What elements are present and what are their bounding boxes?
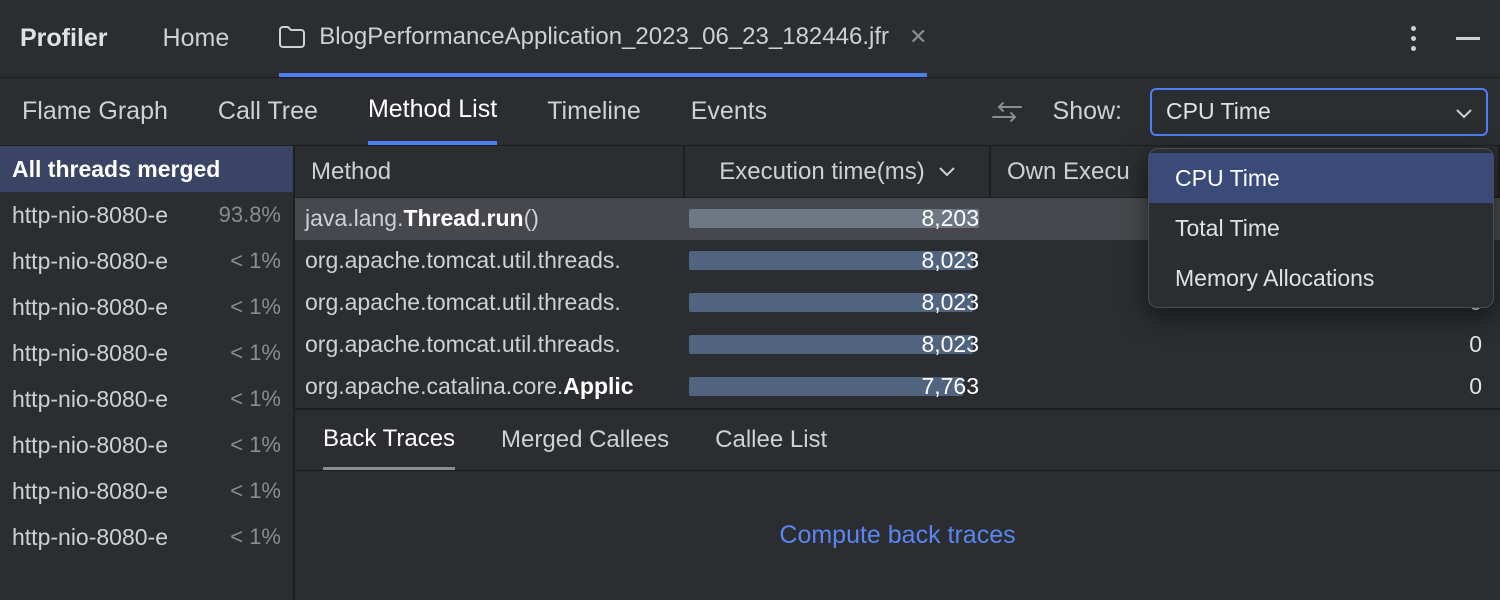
dropdown-item-memory-allocations[interactable]: Memory Allocations [1149,253,1493,303]
thread-row[interactable]: http-nio-8080-e < 1% [0,422,293,468]
thread-list: All threads mergedhttp-nio-8080-e93.8%ht… [0,146,295,600]
thread-pct: < 1% [230,524,281,550]
thread-name: All threads merged [12,156,220,183]
tool-bar: Flame Graph Call Tree Method List Timeline E… [0,78,1500,146]
cell-own: 0 [991,373,1500,400]
col-method[interactable]: Method [295,146,685,197]
cell-method: java.lang.Thread.run() [295,205,685,232]
bottom-tab-back-traces[interactable]: Back Traces [323,410,455,470]
close-icon[interactable]: ✕ [909,24,927,50]
thread-name: http-nio-8080-e [12,524,168,551]
tab-events[interactable]: Events [691,78,767,145]
bottom-tabs: Back Traces Merged Callees Callee List [295,408,1500,470]
compute-area: Compute back traces [295,470,1500,600]
cell-method: org.apache.tomcat.util.threads. [295,331,685,358]
thread-row[interactable]: http-nio-8080-e < 1% [0,330,293,376]
tab-call-tree[interactable]: Call Tree [218,78,318,145]
thread-row[interactable]: http-nio-8080-e < 1% [0,238,293,284]
top-bar: Profiler Home BlogPerformanceApplication… [0,0,1500,78]
thread-pct: < 1% [230,432,281,458]
tab-method-list[interactable]: Method List [368,78,497,145]
file-name: BlogPerformanceApplication_2023_06_23_18… [319,23,889,51]
dropdown-item-cpu-time[interactable]: CPU Time [1149,153,1493,203]
show-select-value: CPU Time [1166,98,1271,125]
thread-pct: < 1% [230,294,281,320]
tab-flame-graph[interactable]: Flame Graph [22,78,168,145]
kebab-icon[interactable] [1411,26,1416,51]
tab-home[interactable]: Home [163,24,230,53]
thread-name: http-nio-8080-e [12,294,168,321]
show-dropdown: CPU TimeTotal TimeMemory Allocations [1148,148,1494,308]
tab-file[interactable]: BlogPerformanceApplication_2023_06_23_18… [279,0,927,77]
cell-own: 0 [991,331,1500,358]
thread-name: http-nio-8080-e [12,432,168,459]
thread-row[interactable]: http-nio-8080-e 93.8% [0,192,293,238]
chevron-down-icon [939,167,955,177]
thread-name: http-nio-8080-e [12,340,168,367]
dropdown-item-total-time[interactable]: Total Time [1149,203,1493,253]
thread-pct: 93.8% [219,202,281,228]
cell-method: org.apache.tomcat.util.threads. [295,247,685,274]
thread-row[interactable]: http-nio-8080-e < 1% [0,376,293,422]
thread-name: http-nio-8080-e [12,386,168,413]
show-select[interactable]: CPU Time [1150,88,1488,136]
chevron-down-icon [1456,98,1472,125]
cell-execution-time: 8,023 [685,289,991,316]
cell-execution-time: 7,763 [685,373,991,400]
cell-execution-time: 8,023 [685,331,991,358]
profiler-title: Profiler [20,24,108,53]
bottom-tab-merged-callees[interactable]: Merged Callees [501,410,669,470]
thread-pct: < 1% [230,386,281,412]
thread-name: http-nio-8080-e [12,248,168,275]
bottom-tab-callee-list[interactable]: Callee List [715,410,827,470]
thread-pct: < 1% [230,340,281,366]
compute-back-traces-link[interactable]: Compute back traces [779,521,1015,550]
cell-method: org.apache.tomcat.util.threads. [295,289,685,316]
table-row[interactable]: org.apache.tomcat.util.threads.8,0230 [295,324,1500,366]
show-label: Show: [1053,97,1122,126]
thread-pct: < 1% [230,248,281,274]
tab-timeline[interactable]: Timeline [547,78,641,145]
thread-name: http-nio-8080-e [12,202,168,229]
cell-execution-time: 8,203 [685,205,991,232]
thread-row[interactable]: All threads merged [0,146,293,192]
thread-name: http-nio-8080-e [12,478,168,505]
thread-pct: < 1% [230,478,281,504]
table-row[interactable]: org.apache.catalina.core.Applic7,7630 [295,366,1500,408]
thread-row[interactable]: http-nio-8080-e < 1% [0,284,293,330]
minimize-icon[interactable] [1456,37,1480,40]
cell-method: org.apache.catalina.core.Applic [295,373,685,400]
folder-icon [279,26,305,48]
col-execution-time[interactable]: Execution time(ms) [685,146,991,197]
cell-execution-time: 8,023 [685,247,991,274]
thread-row[interactable]: http-nio-8080-e < 1% [0,468,293,514]
thread-row[interactable]: http-nio-8080-e < 1% [0,514,293,560]
swap-icon[interactable] [989,97,1025,127]
